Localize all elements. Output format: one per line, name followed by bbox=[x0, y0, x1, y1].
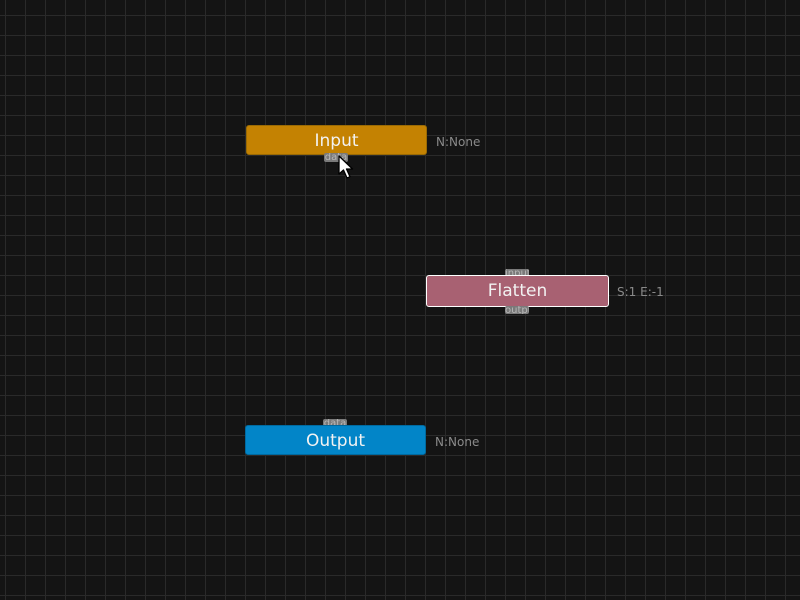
node-info-label: N:None bbox=[436, 135, 481, 149]
graph-canvas[interactable]: Input N:None data input Flatten S:1 E:-1… bbox=[0, 0, 800, 600]
node-output[interactable]: Output bbox=[245, 425, 426, 455]
node-title: Flatten bbox=[487, 281, 548, 301]
node-flatten[interactable]: Flatten bbox=[426, 275, 609, 307]
node-title: Input bbox=[314, 131, 359, 151]
node-title: Output bbox=[305, 431, 366, 451]
pointer-arrow-icon bbox=[338, 155, 354, 179]
node-info-label: N:None bbox=[435, 435, 480, 449]
output-port[interactable]: output bbox=[505, 306, 529, 314]
node-input[interactable]: Input bbox=[246, 125, 427, 155]
node-info-label: S:1 E:-1 bbox=[617, 285, 664, 299]
